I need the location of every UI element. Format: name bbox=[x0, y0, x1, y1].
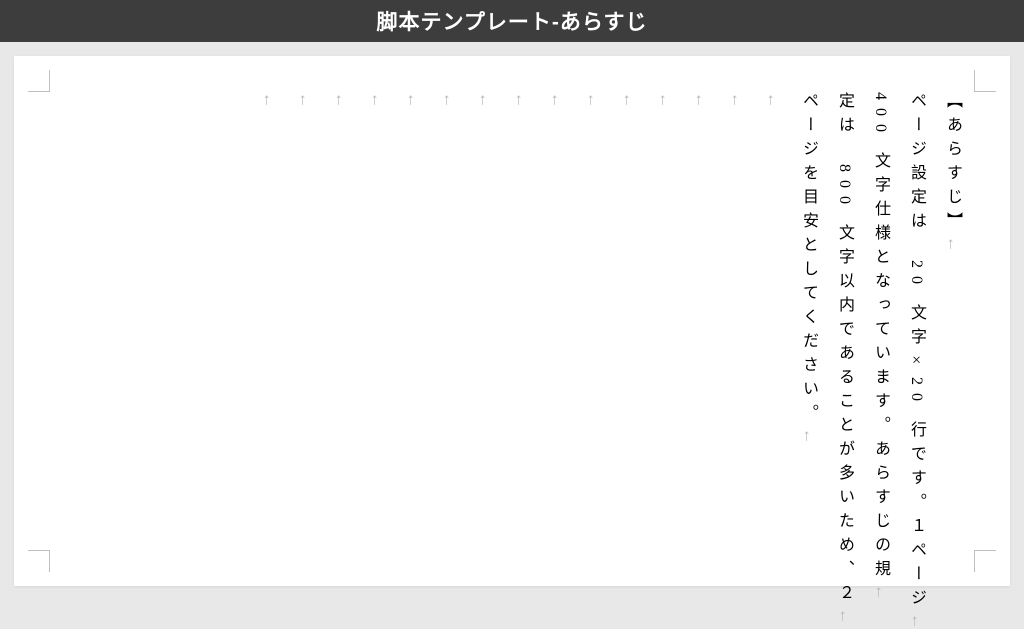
text-line[interactable]: ページ設定は 20 文字×20 行です。１ページ← bbox=[908, 92, 924, 550]
paragraph-mark-icon: ← bbox=[476, 92, 493, 108]
text-area[interactable]: 【あらすじ】←ページ設定は 20 文字×20 行です。１ページ←400 文字仕様… bbox=[64, 92, 960, 550]
line-text: 定は 800 文字以内であることが多いため、２ bbox=[836, 92, 853, 608]
paragraph-mark-icon: ← bbox=[836, 608, 853, 624]
paragraph-mark-icon: ← bbox=[332, 92, 349, 108]
paragraph-mark-icon: ← bbox=[944, 236, 961, 252]
paragraph-mark-icon: ← bbox=[260, 92, 277, 108]
line-text: ページを目安としてください。 bbox=[800, 92, 817, 428]
paragraph-mark-icon: ← bbox=[908, 613, 925, 629]
document-page[interactable]: 【あらすじ】←ページ設定は 20 文字×20 行です。１ページ←400 文字仕様… bbox=[14, 56, 1010, 586]
empty-line[interactable]: ← bbox=[332, 92, 348, 550]
empty-line[interactable]: ← bbox=[476, 92, 492, 550]
empty-line[interactable]: ← bbox=[440, 92, 456, 550]
empty-line[interactable]: ← bbox=[548, 92, 564, 550]
paragraph-mark-icon: ← bbox=[620, 92, 637, 108]
text-line[interactable]: ページを目安としてください。← bbox=[800, 92, 816, 550]
empty-line[interactable]: ← bbox=[512, 92, 528, 550]
crop-mark-br bbox=[974, 550, 996, 572]
line-text: 400 文字仕様となっています。あらすじの規 bbox=[872, 92, 889, 584]
crop-mark-tl bbox=[28, 70, 50, 92]
paragraph-mark-icon: ← bbox=[764, 92, 781, 108]
text-line[interactable]: 400 文字仕様となっています。あらすじの規← bbox=[872, 92, 888, 550]
text-line[interactable]: 【あらすじ】← bbox=[944, 92, 960, 550]
paragraph-mark-icon: ← bbox=[404, 92, 421, 108]
paragraph-mark-icon: ← bbox=[692, 92, 709, 108]
paragraph-mark-icon: ← bbox=[548, 92, 565, 108]
document-canvas: 【あらすじ】←ページ設定は 20 文字×20 行です。１ページ←400 文字仕様… bbox=[0, 42, 1024, 617]
empty-line[interactable]: ← bbox=[260, 92, 276, 550]
paragraph-mark-icon: ← bbox=[872, 584, 889, 600]
text-line[interactable]: 定は 800 文字以内であることが多いため、２← bbox=[836, 92, 852, 550]
empty-line[interactable]: ← bbox=[764, 92, 780, 550]
empty-line[interactable]: ← bbox=[368, 92, 384, 550]
empty-line[interactable]: ← bbox=[584, 92, 600, 550]
empty-line[interactable]: ← bbox=[692, 92, 708, 550]
empty-line[interactable]: ← bbox=[656, 92, 672, 550]
empty-line[interactable]: ← bbox=[620, 92, 636, 550]
crop-mark-tr bbox=[974, 70, 996, 92]
header-title: 脚本テンプレート-あらすじ bbox=[377, 6, 648, 36]
paragraph-mark-icon: ← bbox=[440, 92, 457, 108]
empty-line[interactable]: ← bbox=[404, 92, 420, 550]
paragraph-mark-icon: ← bbox=[296, 92, 313, 108]
line-text: ページ設定は 20 文字×20 行です。１ページ bbox=[908, 92, 925, 613]
line-text: 【あらすじ】 bbox=[944, 92, 961, 236]
paragraph-mark-icon: ← bbox=[368, 92, 385, 108]
paragraph-mark-icon: ← bbox=[512, 92, 529, 108]
empty-line[interactable]: ← bbox=[728, 92, 744, 550]
app-header: 脚本テンプレート-あらすじ bbox=[0, 0, 1024, 42]
empty-line[interactable]: ← bbox=[296, 92, 312, 550]
crop-mark-bl bbox=[28, 550, 50, 572]
paragraph-mark-icon: ← bbox=[656, 92, 673, 108]
paragraph-mark-icon: ← bbox=[584, 92, 601, 108]
paragraph-mark-icon: ← bbox=[800, 428, 817, 444]
paragraph-mark-icon: ← bbox=[728, 92, 745, 108]
